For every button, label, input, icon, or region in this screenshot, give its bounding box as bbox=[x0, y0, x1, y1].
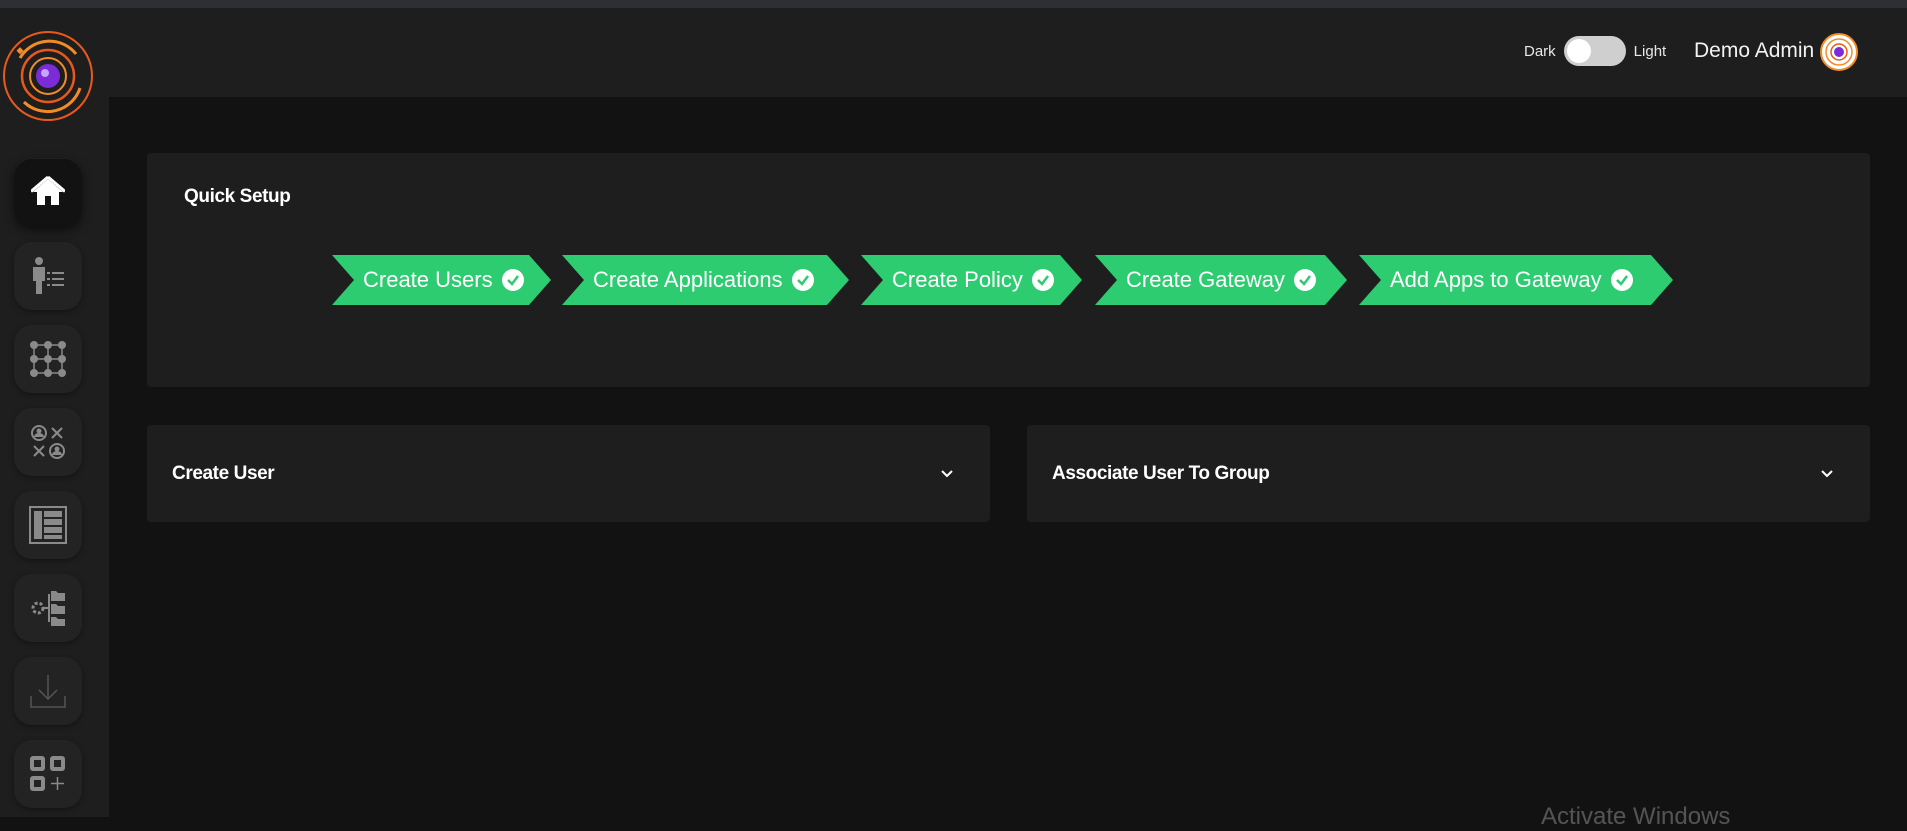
brand-logo[interactable] bbox=[0, 28, 96, 124]
user-name[interactable]: Demo Admin bbox=[1694, 39, 1814, 63]
step-create-applications[interactable]: Create Applications bbox=[562, 255, 849, 305]
sidebar-item-downloads[interactable] bbox=[14, 657, 82, 725]
layout-panel-icon bbox=[29, 506, 67, 544]
step-create-policy[interactable]: Create Policy bbox=[861, 255, 1082, 305]
user-network-icon bbox=[31, 425, 65, 459]
avatar[interactable] bbox=[1820, 33, 1858, 71]
check-circle-icon bbox=[502, 269, 524, 291]
step-label: Create Users bbox=[363, 267, 493, 292]
home-icon bbox=[31, 176, 65, 205]
chevron-down-icon[interactable] bbox=[1820, 467, 1834, 481]
sidebar bbox=[0, 8, 109, 817]
step-label: Create Gateway bbox=[1126, 267, 1285, 292]
check-circle-icon bbox=[1611, 269, 1633, 291]
theme-toggle-switch[interactable] bbox=[1563, 36, 1626, 66]
user-list-icon bbox=[33, 257, 64, 294]
avatar-logo-icon bbox=[1825, 38, 1853, 66]
chevron-down-icon[interactable] bbox=[940, 467, 954, 481]
toggle-knob bbox=[1566, 39, 1591, 63]
step-label: Create Policy bbox=[892, 267, 1023, 292]
check-circle-icon bbox=[1294, 269, 1316, 291]
create-user-panel[interactable]: Create User bbox=[147, 425, 990, 522]
create-user-title: Create User bbox=[172, 463, 275, 484]
step-create-gateway[interactable]: Create Gateway bbox=[1095, 255, 1347, 305]
theme-toggle-light-label: Light bbox=[1633, 42, 1667, 60]
activate-windows-watermark: Activate Windows bbox=[1541, 803, 1731, 830]
theme-toggle-dark-label: Dark bbox=[1524, 42, 1556, 60]
step-add-apps-to-gateway[interactable]: Add Apps to Gateway bbox=[1359, 255, 1673, 305]
sidebar-item-add-apps[interactable] bbox=[14, 740, 82, 808]
apps-add-icon bbox=[30, 756, 65, 791]
quick-setup-title: Quick Setup bbox=[184, 186, 291, 207]
associate-user-title: Associate User To Group bbox=[1052, 463, 1270, 484]
theme-toggle-group: Dark Light bbox=[1524, 36, 1666, 66]
sidebar-item-policies[interactable] bbox=[14, 491, 82, 559]
sidebar-item-home[interactable] bbox=[14, 158, 82, 226]
step-label: Create Applications bbox=[593, 267, 783, 292]
settings-folders-icon bbox=[31, 591, 65, 626]
check-circle-icon bbox=[792, 269, 814, 291]
window-top-strip bbox=[0, 0, 1907, 8]
sidebar-item-users[interactable] bbox=[14, 242, 82, 310]
download-icon bbox=[30, 675, 66, 708]
check-circle-icon bbox=[1032, 269, 1054, 291]
grid-dots-icon bbox=[30, 341, 66, 377]
associate-user-panel[interactable]: Associate User To Group bbox=[1027, 425, 1870, 522]
quick-setup-panel: Quick Setup Create Users Create Applicat… bbox=[147, 153, 1870, 387]
sidebar-item-gateway[interactable] bbox=[14, 574, 82, 642]
sidebar-item-applications[interactable] bbox=[14, 325, 82, 393]
sidebar-item-groups[interactable] bbox=[14, 408, 82, 476]
step-label: Add Apps to Gateway bbox=[1390, 267, 1602, 292]
step-create-users[interactable]: Create Users bbox=[332, 255, 551, 305]
